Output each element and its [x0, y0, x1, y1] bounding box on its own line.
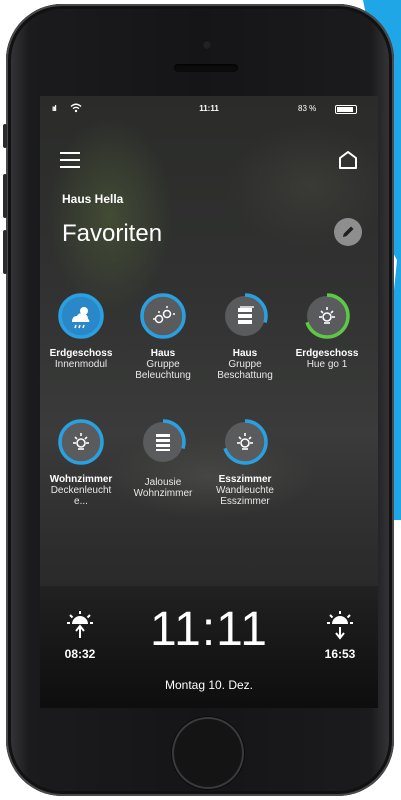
hamburger-menu-icon[interactable] [60, 152, 80, 168]
favorite-device-label: e... [74, 496, 88, 507]
date-label: Montag 10. Dez. [164, 678, 254, 692]
phone-frame: ııl 11:11 83 % Haus Hella Favoriten Erdg… [3, 4, 394, 796]
favorite-button[interactable] [57, 418, 105, 466]
favorite-device-label: Beschattung [217, 370, 273, 381]
volume-down-button [3, 230, 7, 274]
favorite-room-label: Haus [232, 348, 258, 359]
status-bar: ııl 11:11 83 % [40, 103, 378, 118]
favorite-button[interactable] [57, 292, 105, 340]
home-icon[interactable] [336, 148, 360, 172]
edit-button[interactable] [334, 218, 362, 246]
favorite-device-label: Hue go 1 [306, 359, 348, 370]
weather-cloud-sun-icon [72, 307, 90, 329]
home-button[interactable] [172, 717, 244, 789]
sunset-widget: 16:53 [318, 610, 362, 661]
battery-percent: 83 % [298, 104, 317, 113]
favorite-button[interactable] [221, 292, 269, 340]
favorite-button[interactable] [139, 418, 187, 466]
favorite-room-label: Erdgeschoss [295, 348, 359, 359]
favorite-button[interactable] [221, 418, 269, 466]
favorite-button[interactable] [139, 292, 187, 340]
shade-group-icon [238, 306, 254, 324]
light-bulb-icon [237, 433, 253, 450]
favorite-tile[interactable]: Erdgeschoss Innenmodul [40, 292, 122, 370]
favorite-tile[interactable]: Haus Gruppe Beleuchtung [122, 292, 204, 381]
favorite-tile[interactable]: Esszimmer Wandleuchte Esszimmer [204, 418, 286, 507]
sunset-icon [327, 611, 353, 640]
favorite-device-label: Gruppe [228, 359, 262, 370]
blinds-icon [156, 434, 170, 451]
favorite-device-label: Esszimmer [220, 496, 270, 507]
favorite-device-label: Wohnzimmer [133, 488, 193, 499]
mute-switch [3, 124, 7, 148]
light-bulb-icon [73, 433, 89, 450]
favorite-device-label: Innenmodul [54, 359, 108, 370]
status-time: 11:11 [199, 104, 219, 113]
light-bulb-icon [319, 307, 335, 324]
favorite-device-label: Wandleuchte [216, 485, 274, 496]
favorite-room-label: Esszimmer [218, 474, 272, 485]
page-title: Favoriten [62, 220, 163, 247]
favorite-device-label: Beleuchtung [135, 370, 191, 381]
sunset-time: 16:53 [324, 647, 356, 661]
favorite-room-label: Erdgeschoss [49, 348, 113, 359]
pencil-icon [343, 226, 354, 237]
house-name: Haus Hella [62, 192, 124, 206]
favorite-tile[interactable]: Haus Gruppe Beschattung [204, 292, 286, 381]
favorite-room-label: Wohnzimmer [49, 474, 113, 485]
light-group-icon [153, 306, 175, 324]
favorite-tile[interactable]: Wohnzimmer Deckenleucht e... [40, 418, 122, 507]
volume-up-button [3, 174, 7, 218]
favorite-device-label: Deckenleucht [50, 485, 112, 496]
favorite-room-label: Haus [150, 348, 176, 359]
favorite-device-label: Gruppe [146, 359, 180, 370]
favorite-button[interactable] [303, 292, 351, 340]
earpiece-speaker [174, 64, 238, 72]
favorite-device-label: Jalousie [144, 477, 182, 488]
app-screen: ııl 11:11 83 % Haus Hella Favoriten Erdg… [40, 96, 378, 708]
favorite-tile[interactable]: Jalousie Wohnzimmer [122, 418, 204, 499]
favorite-tile[interactable]: Erdgeschoss Hue go 1 [286, 292, 368, 370]
battery-icon [335, 105, 357, 114]
front-camera [202, 40, 212, 50]
